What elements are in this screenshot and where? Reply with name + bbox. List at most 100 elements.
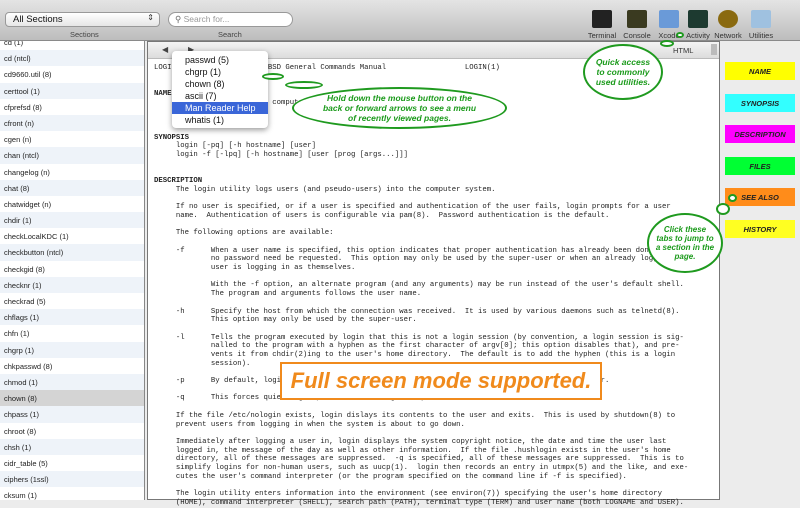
list-item[interactable]: changelog (n) [0,164,144,180]
list-item[interactable]: chpass (1) [0,406,144,423]
list-item[interactable]: checknr (1) [0,276,144,293]
xcode-icon [659,10,679,28]
list-item[interactable]: chown (8) [0,390,144,407]
list-item[interactable]: chsh (1) [0,438,144,455]
callout-trail [716,203,730,215]
man-line: no password need be requested. This opti… [154,255,680,264]
back-arrow-button[interactable]: ◀ [162,45,168,54]
callout-trail [285,81,323,89]
list-item[interactable]: chat (8) [0,179,144,196]
man-line: -l Tells the program executed by login t… [154,333,684,342]
utility-terminal-button[interactable]: Terminal [585,10,619,40]
section-tab-name[interactable]: NAME [725,62,795,80]
man-line: login [-pq] [-h hostname] [user] [154,142,317,151]
man-line: The login utility logs users (and pseudo… [154,185,496,194]
history-menu-item[interactable]: whatis (1) [172,114,268,126]
list-item[interactable]: cfront (n) [0,114,144,132]
history-menu-item[interactable]: chown (8) [172,78,268,90]
list-item[interactable]: chatwidget (n) [0,196,144,212]
man-line: The program and arguments follows the us… [154,290,422,299]
list-item[interactable]: chkpasswd (8) [0,358,144,374]
man-line: SYNOPSIS [154,133,190,142]
list-item[interactable]: checkbutton (ntcl) [0,244,144,261]
list-item[interactable]: certtool (1) [0,82,144,99]
callout-trail [676,32,684,38]
man-line [154,273,693,282]
section-tabs: NAME SYNOPSIS DESCRIPTION FILES SEE ALSO HIST… [725,62,795,251]
man-line: If no user is specified, or if a user is… [154,203,671,212]
utilities-callout: Quick access to commonly used utilities. [583,44,663,100]
utility-console-button[interactable]: Console [620,10,654,40]
list-item[interactable]: chmod (1) [0,373,144,391]
list-item[interactable]: checkLocalKDC (1) [0,228,144,244]
list-item[interactable]: cfprefsd (8) [0,99,144,115]
man-line: prevent users from logging in when the s… [154,420,465,429]
history-callout: Hold down the mouse button on the back o… [292,87,507,129]
callout-trail [660,40,674,47]
list-item[interactable]: cidr_table (5) [0,455,144,471]
man-line [154,194,693,203]
terminal-icon [592,10,612,28]
man-line [154,325,693,334]
man-line: -h Specify the host from which the conne… [154,307,680,316]
search-icon: ⚲ [175,14,184,24]
history-menu-item[interactable]: ascii (7) [172,90,268,102]
man-line: (HOME), command interpreter (SHELL), sea… [154,498,684,507]
man-line: DESCRIPTION [154,177,203,186]
list-item[interactable]: chgrp (1) [0,341,144,358]
section-tab-files[interactable]: FILES [725,156,795,175]
list-item[interactable]: chfn (1) [0,325,144,341]
console-icon [627,10,647,28]
list-item[interactable]: chan (ntcl) [0,147,144,164]
man-page-list[interactable]: cd (1) cd (ntcl) cd9660.util (8) certtool (… [0,41,145,500]
fullscreen-callout: Full screen mode supported. [280,362,602,400]
utilities-folder-icon [751,10,771,28]
man-line: simplify logins for non-human users, suc… [154,464,689,473]
utility-utilities-button[interactable]: Utilities [744,10,778,40]
search-label: Search [218,30,242,39]
man-line [154,429,693,438]
bookmark-icon[interactable] [711,44,717,55]
man-line: -f When a user name is specified, this o… [154,246,693,255]
callout-trail [728,194,737,202]
list-item[interactable]: cgen (n) [0,131,144,147]
html-button[interactable]: HTML [673,46,693,55]
list-item[interactable]: chdir (1) [0,212,144,229]
man-line [154,403,693,412]
man-line: user is logging in as themselves. [154,264,356,273]
list-item[interactable]: ciphers (1ssl) [0,471,144,488]
list-item[interactable]: checkrad (5) [0,293,144,309]
list-item[interactable]: cd (ntcl) [0,50,144,67]
man-line: login -f [-lpq] [-h hostname] [user [pro… [154,150,408,159]
list-item[interactable]: cd9660.util (8) [0,66,144,82]
sections-popup[interactable]: All Sections ⇕ [5,12,160,27]
activity-icon [688,10,708,28]
man-line: Immediately after logging a user in, log… [154,437,667,446]
man-line: With the -f option, an alternate program… [154,281,684,290]
list-item[interactable]: chroot (8) [0,423,144,439]
callout-trail [262,73,284,80]
man-line [154,299,693,308]
utility-activity-button[interactable]: Activity [681,10,715,40]
search-input[interactable]: ⚲ Search for... [168,12,293,27]
list-item[interactable]: cksum (1) [0,487,144,500]
man-line: The following options are available: [154,229,334,238]
section-tab-synopsis[interactable]: SYNOPSIS [725,93,795,112]
man-line: nalled to the program with a hyphen as t… [154,342,680,351]
man-line: The login utility enters information int… [154,490,662,499]
list-item[interactable]: cd (1) [0,41,144,50]
man-page-content: LOGIN(1) BSD General Commands Manual LOG… [154,64,693,508]
network-icon [718,10,738,28]
man-line: cutes the user's command interpreter (or… [154,472,627,481]
history-menu-item[interactable]: chgrp (1) [172,66,268,78]
list-item[interactable]: checkgid (8) [0,261,144,277]
man-line [154,160,693,169]
utility-network-button[interactable]: Network [711,10,745,40]
man-line: vents it from chdir(2)ing to the user's … [154,351,676,359]
section-tab-history[interactable]: HISTORY [725,219,795,238]
list-item[interactable]: chflags (1) [0,309,144,326]
section-tab-description[interactable]: DESCRIPTION [725,125,795,143]
history-menu-item[interactable]: passwd (5) [172,54,268,66]
man-line [154,221,693,230]
history-menu-item[interactable]: Man Reader Help [172,102,268,114]
